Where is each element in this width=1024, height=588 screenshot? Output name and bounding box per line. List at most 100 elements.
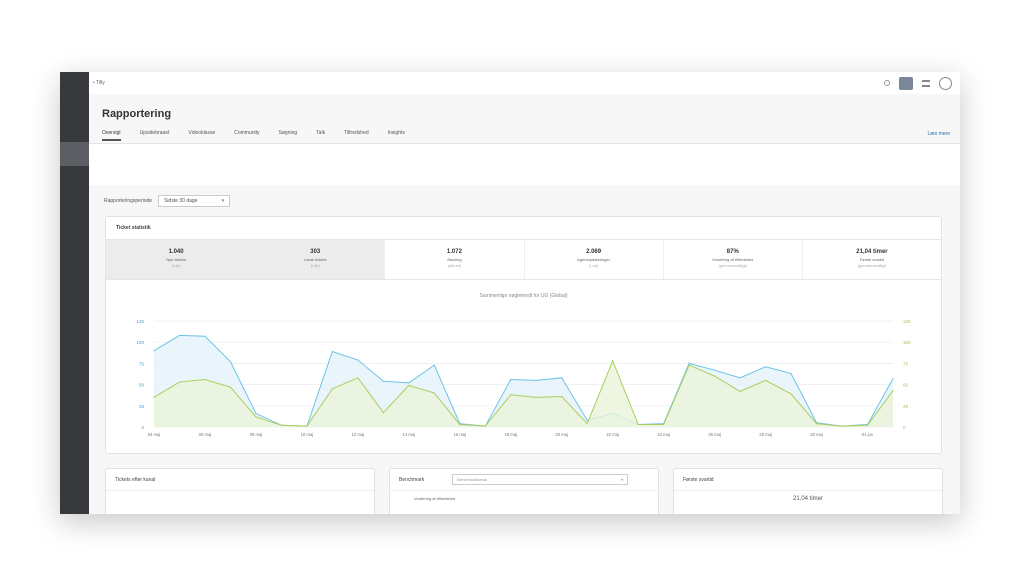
data-point	[561, 395, 563, 398]
stat-label: Løste tickets	[304, 257, 327, 262]
x-tick-label: 12 maj	[352, 432, 365, 437]
stat-value: 2.069	[586, 249, 602, 255]
left-tick-label: 0	[141, 425, 144, 430]
left-tick-label: 75	[139, 361, 145, 366]
stat-solved-tickets[interactable]: 303 Løste tickets (i alt)	[245, 240, 385, 279]
period-label: Rapporteringsperiode	[104, 198, 153, 204]
stat-backlog[interactable]: 1.072 Backlog (aktuel)	[384, 240, 523, 279]
data-point	[433, 392, 435, 394]
data-point	[790, 372, 792, 375]
data-point	[178, 381, 181, 383]
product-tray-icon[interactable]	[899, 76, 913, 90]
data-point	[637, 423, 639, 426]
data-point	[535, 396, 537, 398]
tab-3[interactable]: Videoklasse	[188, 130, 215, 141]
stat-label: Vurdering af tilfredshed	[712, 257, 754, 262]
sidebar-item-reporting[interactable]	[60, 142, 89, 166]
data-point	[688, 362, 690, 364]
data-point	[739, 377, 741, 379]
left-tick-label: 50	[139, 383, 145, 388]
stat-label: Backlog	[447, 257, 462, 262]
stat-first-reply[interactable]: 21,04 timer Første svartid (gennemsnitligt…	[801, 240, 941, 279]
tab-talk[interactable]: Talk	[316, 130, 325, 141]
data-point	[357, 377, 359, 379]
data-point	[586, 419, 588, 421]
sidebar	[60, 72, 89, 514]
data-point	[866, 424, 869, 426]
stat-satisfaction[interactable]: 87% Vurdering af tilfredshed (gennemsnitli…	[662, 240, 802, 279]
data-point	[331, 350, 333, 353]
x-tick-label: 01 jun	[862, 432, 874, 437]
data-point	[739, 390, 741, 392]
x-tick-label: 30 maj	[810, 432, 823, 437]
data-point	[229, 361, 232, 363]
data-point	[280, 424, 283, 426]
stat-sub: (i alt)	[310, 263, 320, 268]
top-bar: • Tilly	[89, 72, 960, 94]
stat-label: Agentopdateringer	[577, 257, 611, 262]
right-tick-label: 25	[903, 404, 909, 409]
stat-sub: (gennemsnitligt)	[718, 263, 747, 268]
app-name[interactable]: • Tilly	[93, 80, 884, 86]
tab-satisfaction[interactable]: Tilfredshed	[344, 130, 369, 141]
tab-community[interactable]: Community	[234, 130, 259, 141]
x-tick-label: 26 maj	[708, 432, 721, 437]
stat-new-tickets[interactable]: 1.040 Nye tickets (i alt)	[106, 240, 246, 279]
benchmark-value: Benchmarkkanal	[457, 477, 488, 482]
first-reply-card: Første svartid 21,04 timer	[673, 468, 943, 514]
app-window: • Tilly Rapportering Oversigt Upsidebraa…	[60, 72, 960, 514]
card-title: Tickets efter kanal	[115, 476, 156, 483]
first-reply-value: 21,04 timer	[792, 496, 823, 502]
learn-more-link[interactable]: Læs mere	[927, 131, 950, 137]
data-point	[255, 412, 257, 415]
right-tick-label: 125	[903, 319, 911, 324]
data-point	[306, 425, 308, 427]
tab-search[interactable]: Søgning	[279, 130, 298, 141]
data-point	[764, 366, 767, 368]
x-tick-label: 08 maj	[250, 432, 263, 437]
tab-overview[interactable]: Oversigt	[102, 130, 121, 141]
x-tick-label: 20 maj	[555, 432, 568, 437]
x-tick-label: 28 maj	[759, 432, 772, 437]
benchmark-sub: Vurdering af tilfredshed	[414, 496, 456, 501]
data-point	[408, 382, 410, 384]
data-point	[382, 380, 384, 382]
benchmark-select[interactable]: Benchmarkkanal ▾	[452, 474, 629, 485]
data-point	[357, 359, 359, 361]
stat-value: 303	[310, 249, 321, 255]
chart-title: Sammenlign nøgletendt for UG (Global)	[479, 293, 568, 299]
period-value: Sidste 30 dage	[164, 198, 198, 204]
stat-sub: (i alt)	[171, 263, 181, 268]
stat-value: 87%	[726, 249, 739, 255]
tab-insights[interactable]: Insights	[388, 130, 405, 141]
left-tick-label: 25	[139, 404, 145, 409]
data-point	[433, 364, 435, 366]
data-point	[510, 378, 512, 381]
tickets-card: Ticket statistik 1.040 Nye tickets (i alt)…	[105, 216, 942, 454]
data-point	[815, 423, 818, 425]
data-point	[764, 379, 767, 381]
data-point	[663, 423, 665, 426]
chevron-down-icon: ▾	[621, 477, 624, 482]
data-point	[714, 369, 716, 371]
stat-agent-updates[interactable]: 2.069 Agentopdateringer (i alt)	[523, 240, 663, 279]
x-tick-label: 14 maj	[403, 432, 416, 437]
data-point	[510, 394, 512, 396]
period-row: Rapporteringsperiode Sidste 30 dage ▾	[89, 185, 960, 207]
data-point	[153, 350, 155, 352]
data-point	[892, 378, 894, 380]
page-header: Rapportering Oversigt Upsidebraaet Video…	[89, 94, 960, 143]
left-tick-label: 100	[136, 340, 144, 345]
data-point	[714, 375, 716, 377]
card-title: Første svartid	[683, 476, 714, 483]
period-select[interactable]: Sidste 30 dage ▾	[158, 195, 231, 207]
stat-value: 21,04 timer	[856, 249, 888, 255]
card-title: Ticket statistik	[116, 225, 151, 231]
tab-2[interactable]: Upsidebraaet	[140, 130, 170, 141]
page-title: Rapportering	[102, 108, 172, 120]
menu-icon[interactable]	[922, 79, 930, 87]
data-point	[459, 423, 461, 426]
user-avatar-icon[interactable]	[939, 76, 952, 90]
x-tick-label: 22 maj	[606, 432, 619, 437]
search-icon[interactable]	[884, 80, 890, 86]
